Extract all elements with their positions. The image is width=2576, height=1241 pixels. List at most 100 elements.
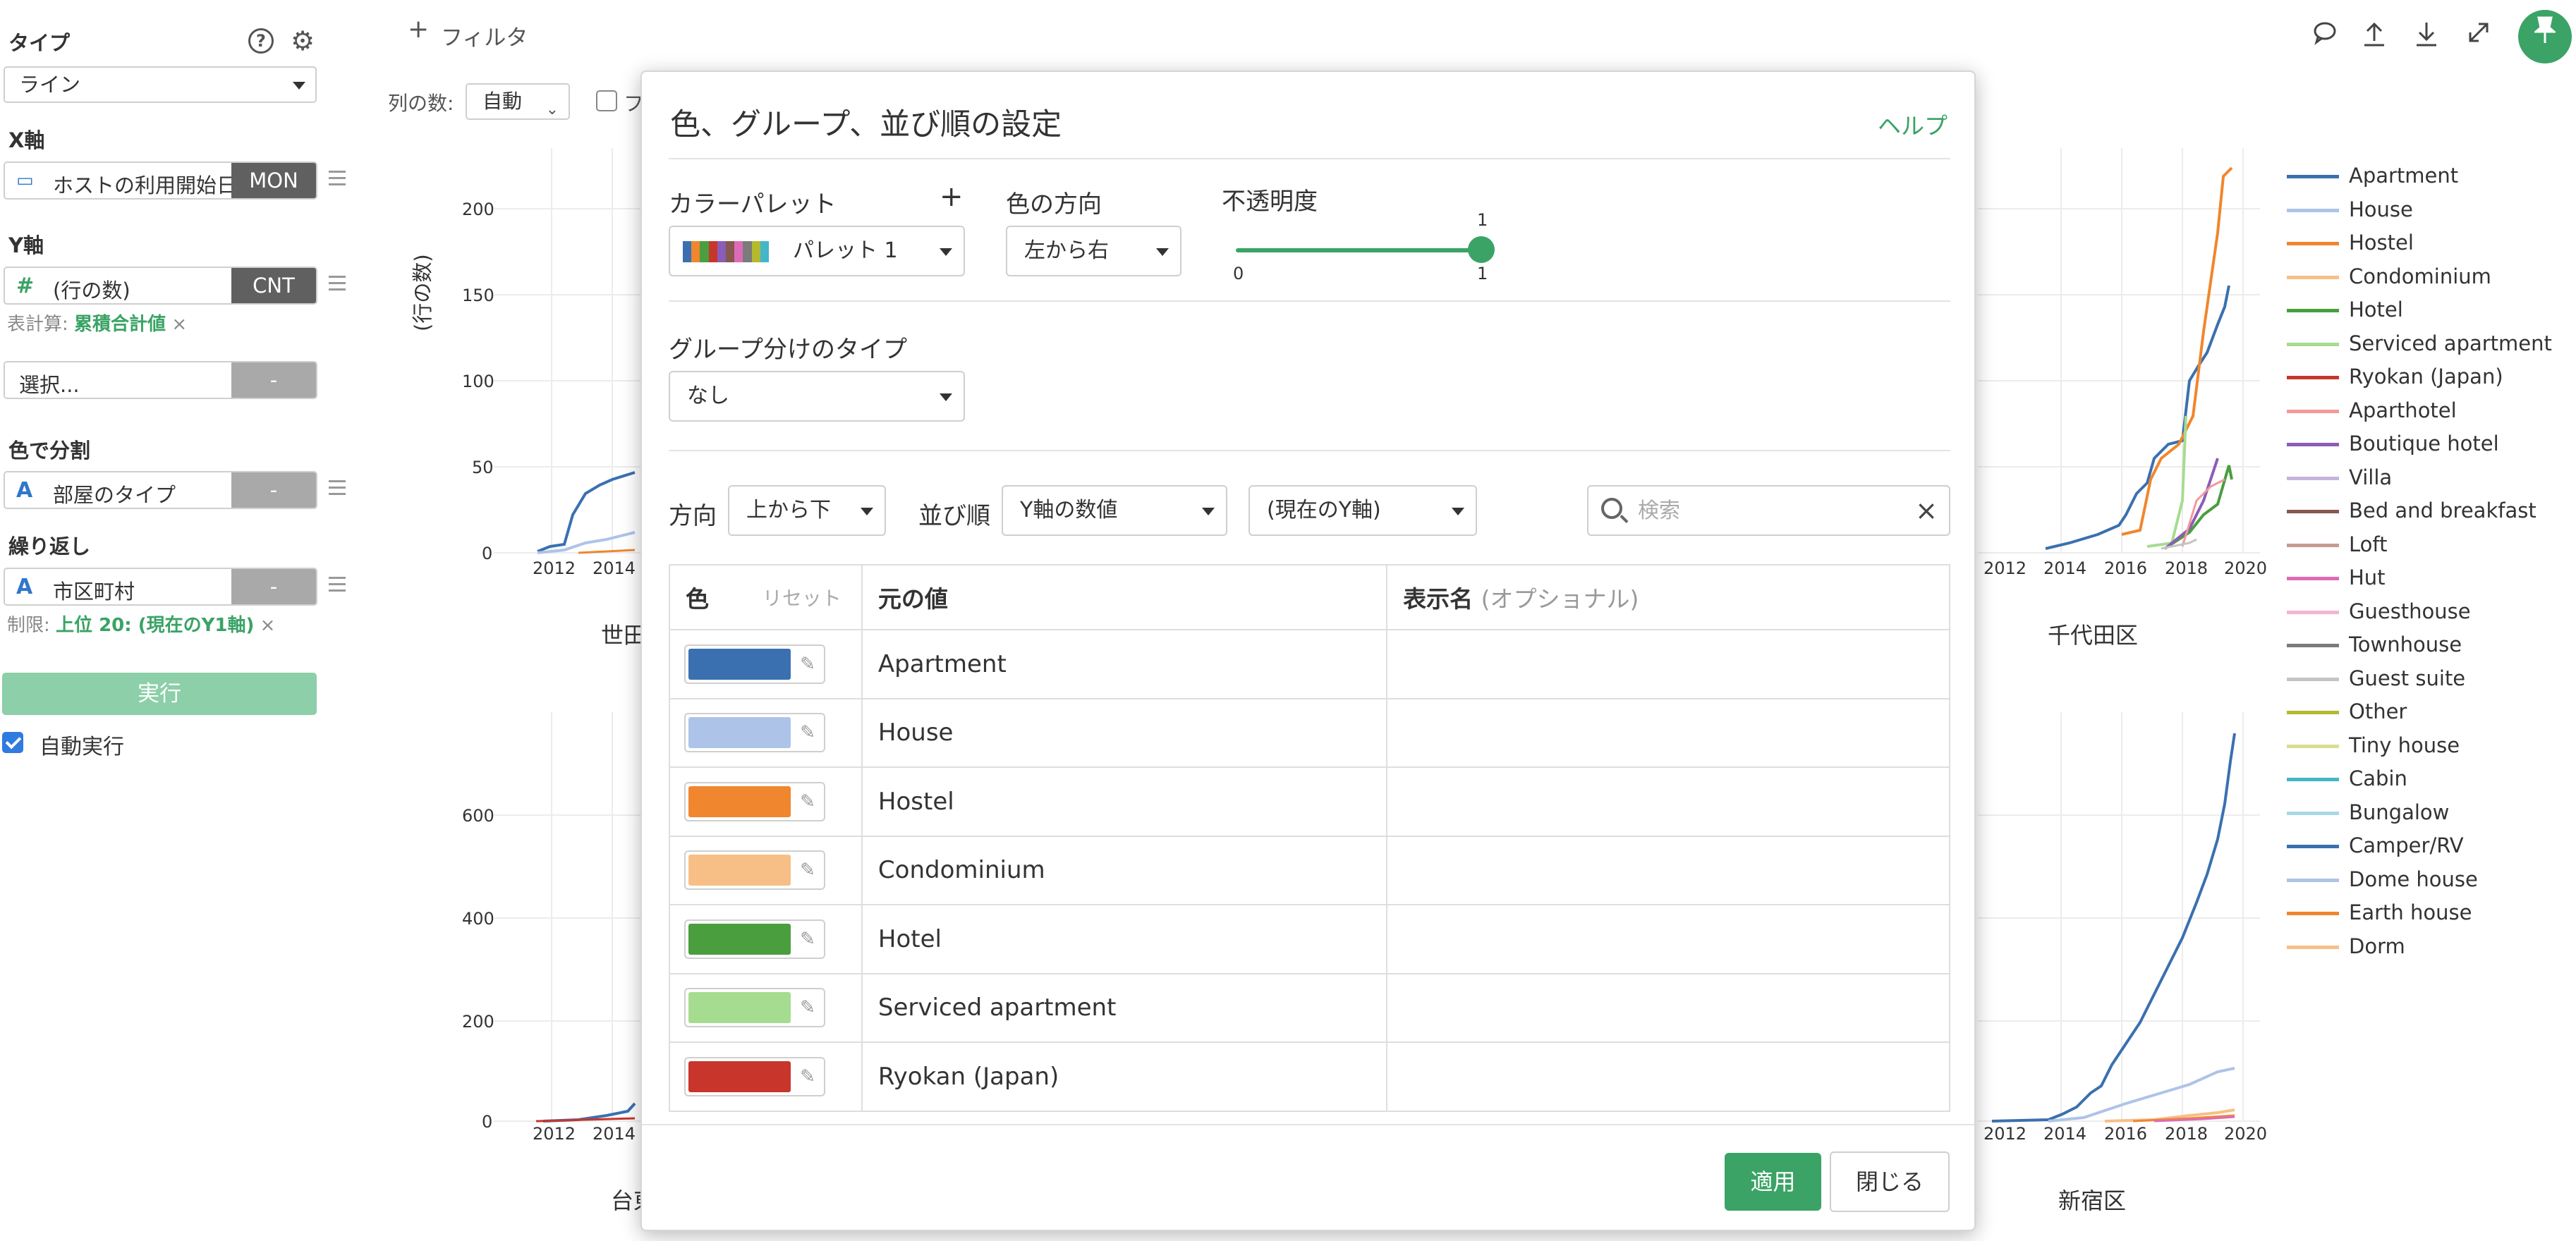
color-picker[interactable]: ✎ <box>684 850 825 891</box>
display-name-cell[interactable] <box>1386 697 1950 768</box>
sort-axis-select[interactable]: (現在のY軸) <box>1248 485 1477 536</box>
legend-label: Villa <box>2349 465 2393 489</box>
color-picker[interactable]: ✎ <box>684 988 825 1028</box>
x-tick: 2012 <box>1983 1124 2027 1144</box>
help-icon[interactable]: ? <box>248 28 274 54</box>
remove-table-calc-icon[interactable]: × <box>171 314 187 335</box>
apply-button[interactable]: 適用 <box>1725 1153 1821 1211</box>
gear-icon[interactable]: ⚙ <box>291 25 315 56</box>
chevron-down-icon <box>940 248 952 256</box>
color-direction-select[interactable]: 左から右 <box>1006 226 1181 276</box>
eyedropper-icon[interactable]: ✎ <box>797 858 818 882</box>
eyedropper-icon[interactable]: ✎ <box>797 652 818 676</box>
x-tick: 2014 <box>593 1124 636 1144</box>
search-field[interactable]: × <box>1587 485 1950 536</box>
auto-run-checkbox[interactable] <box>2 732 23 753</box>
color-swatch[interactable] <box>688 648 791 680</box>
display-name-cell[interactable] <box>1386 629 1950 699</box>
option-checkbox[interactable] <box>596 90 617 111</box>
sort-value: Y軸の数値 <box>1020 498 1118 522</box>
pin-icon[interactable] <box>2518 10 2572 63</box>
color-picker[interactable]: ✎ <box>684 919 825 959</box>
close-button[interactable]: 閉じる <box>1830 1151 1950 1212</box>
display-name-cell[interactable] <box>1386 904 1950 974</box>
eyedropper-icon[interactable]: ✎ <box>797 721 818 745</box>
repeat-tag[interactable]: - <box>231 569 316 604</box>
xaxis-field[interactable]: ▭ ホストの利用開始日 MON <box>4 161 317 200</box>
color-split-tag[interactable]: - <box>231 472 316 508</box>
legend-label: Bed and breakfast <box>2349 499 2536 522</box>
color-split-field[interactable]: A 部屋のタイプ - <box>4 471 317 509</box>
expand-icon[interactable] <box>2463 20 2494 51</box>
eyedropper-icon[interactable]: ✎ <box>797 927 818 951</box>
yaxis-field[interactable]: # (行の数) CNT <box>4 267 317 305</box>
color-cell: ✎ <box>669 1041 863 1112</box>
y-tick: 200 <box>462 1012 494 1032</box>
comment-icon[interactable] <box>2309 20 2340 51</box>
chart-type-select[interactable]: ライン <box>4 66 317 103</box>
secondary-select-field[interactable]: 選択... - <box>4 361 317 399</box>
eyedropper-icon[interactable]: ✎ <box>797 1065 818 1089</box>
x-tick: 2012 <box>1983 558 2027 578</box>
color-swatch[interactable] <box>688 855 791 886</box>
color-picker[interactable]: ✎ <box>684 1056 825 1096</box>
display-name-cell[interactable] <box>1386 1041 1950 1112</box>
filter-button[interactable]: フィルタ <box>441 20 528 51</box>
display-name-cell[interactable] <box>1386 766 1950 837</box>
legend-swatch <box>2287 309 2339 312</box>
legend-label: Condominium <box>2349 264 2491 288</box>
calendar-icon: ▭ <box>16 170 34 191</box>
color-picker[interactable]: ✎ <box>684 781 825 821</box>
table-calc-value[interactable]: 累積合計値 <box>74 314 166 335</box>
display-name-cell[interactable] <box>1386 972 1950 1043</box>
group-type-select[interactable]: なし <box>669 371 965 422</box>
secondary-select-tag[interactable]: - <box>231 362 316 398</box>
add-palette-icon[interactable]: + <box>940 181 964 213</box>
run-button[interactable]: 実行 <box>2 673 317 715</box>
color-swatch[interactable] <box>688 717 791 749</box>
reset-colors-link[interactable]: リセット <box>763 583 842 611</box>
color-swatch[interactable] <box>688 1060 791 1092</box>
display-name-column-header: 表示名 (オプショナル) <box>1386 564 1950 630</box>
repeat-field[interactable]: A 市区町村 - <box>4 568 317 606</box>
upload-icon[interactable] <box>2359 20 2390 51</box>
chart-top-left <box>494 148 642 554</box>
opacity-slider-track[interactable] <box>1236 248 1481 252</box>
opacity-slider-handle[interactable] <box>1468 236 1495 263</box>
legend-swatch <box>2287 845 2339 848</box>
download-icon[interactable] <box>2411 20 2442 51</box>
color-swatch[interactable] <box>688 785 791 817</box>
palette-select[interactable]: パレット 1 <box>669 226 965 276</box>
add-filter-icon[interactable]: + <box>408 16 429 44</box>
eyedropper-icon[interactable]: ✎ <box>797 790 818 814</box>
clear-search-icon[interactable]: × <box>1915 495 1938 526</box>
legend-label: Boutique hotel <box>2349 432 2499 456</box>
columns-select[interactable]: 自動 ⌄ <box>466 83 570 120</box>
search-input[interactable] <box>1638 496 1906 525</box>
text-field-icon: A <box>16 478 33 503</box>
color-split-menu-icon[interactable] <box>329 480 346 499</box>
x-tick: 2020 <box>2224 558 2268 578</box>
legend-label: Hotel <box>2349 298 2403 322</box>
color-swatch[interactable] <box>688 923 791 955</box>
display-name-cell[interactable] <box>1386 835 1950 905</box>
xaxis-aggregation-tag[interactable]: MON <box>231 163 316 198</box>
table-row: ✎ Serviced apartment <box>669 972 1950 1043</box>
color-picker[interactable]: ✎ <box>684 644 825 684</box>
color-picker[interactable]: ✎ <box>684 713 825 753</box>
columns-label: 列の数: <box>388 92 454 115</box>
order-direction-select[interactable]: 上から下 <box>728 485 886 536</box>
help-link[interactable]: ヘルプ <box>1878 107 1948 141</box>
color-direction-label: 色の方向 <box>1006 190 1102 219</box>
yaxis-aggregation-tag[interactable]: CNT <box>231 268 316 303</box>
remove-limit-icon[interactable]: × <box>260 615 276 636</box>
xaxis-menu-icon[interactable] <box>329 171 346 190</box>
limit-value[interactable]: 上位 20: (現在のY1軸) <box>56 615 254 636</box>
yaxis-menu-icon[interactable] <box>329 276 346 295</box>
divider <box>642 1124 1974 1125</box>
eyedropper-icon[interactable]: ✎ <box>797 996 818 1020</box>
color-swatch[interactable] <box>688 992 791 1024</box>
repeat-menu-icon[interactable] <box>329 577 346 596</box>
table-row: ✎ Apartment <box>669 629 1950 699</box>
sort-select[interactable]: Y軸の数値 <box>1002 485 1227 536</box>
